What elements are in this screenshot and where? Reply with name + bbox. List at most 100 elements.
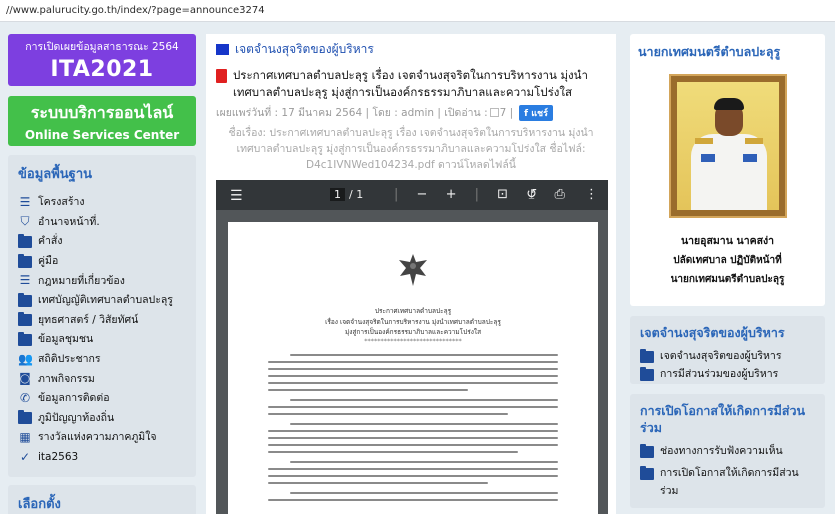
document-meta: เผยแพร่วันที่ : 17 มีนาคม 2564 | โดย : a… — [216, 104, 616, 121]
epaulette-left — [694, 138, 713, 144]
garuda-emblem-icon — [399, 254, 427, 286]
sidebar-item-label: ยุทธศาสตร์ / วิสัยทัศน์ — [38, 313, 139, 326]
mayor-panel: นายกเทศมนตรีตำบลปะลุรู นายอุสมาน นาคสง่า… — [630, 34, 825, 306]
section-heading: เจตจำนงสุจริตของผู้บริหาร — [216, 40, 616, 59]
share-label: แชร์ — [531, 108, 548, 119]
epaulette-right — [744, 138, 763, 144]
mayor-photo — [668, 74, 787, 218]
fit-page-icon[interactable]: ⊡ — [497, 187, 508, 202]
url-text: //www.palurucity.go.th/index/?page=annou… — [6, 5, 265, 16]
sidebar-item-label: คำสั่ง — [38, 235, 63, 248]
sidebar-item-label: กฎหมายที่เกี่ยวข้อง — [38, 274, 125, 287]
folder-icon — [18, 312, 32, 327]
folder-icon — [18, 253, 32, 268]
sidebar-item[interactable]: คำสั่ง — [18, 231, 188, 251]
integrity-link-1[interactable]: เจตจำนงสุจริตของผู้บริหาร — [640, 347, 815, 365]
paper-subject: เรื่อง เจตจำนงสุจริตในการบริหารงาน มุ่งน… — [325, 318, 501, 326]
sidebar-item-label: ภูมิปัญญาท้องถิ่น — [38, 411, 115, 424]
sidebar-item-label: สถิติประชากร — [38, 353, 101, 366]
paper-text-line — [268, 406, 558, 408]
shield-icon: ⛉ — [20, 214, 30, 229]
download-icon[interactable]: ⤓ — [529, 187, 535, 202]
paper-subject2: มุ่งสู่การเป็นองค์กรธรรมาภิบาลและความโปร… — [344, 328, 482, 336]
online-services-banner[interactable]: ระบบบริการออนไลน์ Online Services Center — [8, 96, 196, 146]
views-icon — [489, 108, 499, 117]
participation-link-2[interactable]: การเปิดโอกาสให้เกิดการมีส่วนร่วม — [640, 464, 815, 500]
phone-icon: ✆ — [19, 390, 31, 405]
participation-link-label: ช่องทางการรับฟังความเห็น — [660, 445, 783, 457]
online-services-line2: Online Services Center — [24, 128, 180, 142]
section-title: เจตจำนงสุจริตของผู้บริหาร — [235, 42, 374, 56]
paper-text-line — [268, 468, 558, 470]
sidebar-item-label: อำนาจหน้าที่. — [38, 215, 100, 228]
left-sidebar: การเปิดเผยข้อมูลสาธารณะ 2564 ITA2021 ระบ… — [8, 34, 198, 514]
sidebar-item[interactable]: คู่มือ — [18, 251, 188, 271]
main-content: เจตจำนงสุจริตของผู้บริหาร ประกาศเทศบาลตำ… — [206, 34, 616, 514]
paper-text-line — [290, 492, 558, 494]
sidebar-item[interactable]: ยุทธศาสตร์ / วิสัยทัศน์ — [18, 310, 188, 330]
print-icon[interactable]: ⎙ — [554, 187, 564, 202]
paper-divider: ****************************** — [364, 337, 462, 345]
sidebar-item[interactable]: ⛉ อำนาจหน้าที่. — [18, 212, 188, 232]
zoom-in-icon[interactable]: + — [446, 187, 457, 202]
integrity-panel: เจตจำนงสุจริตของผู้บริหาร เจตจำนงสุจริตข… — [630, 316, 825, 384]
sidebar-item-label: ita2563 — [38, 450, 79, 463]
meta-count: 7 | — [499, 106, 514, 119]
sidebar-item[interactable]: ภูมิปัญญาท้องถิ่น — [18, 408, 188, 428]
uniform — [690, 134, 767, 210]
basic-info-list: ☰ โครงสร้าง ⛉ อำนาจหน้าที่. คำสั่งคู่มือ ☰ กฎห… — [18, 192, 188, 466]
sidebar-item[interactable]: 👥 สถิติประชากร — [18, 349, 188, 369]
sidebar-item-label: รางวัลแห่งความภาคภูมิใจ — [38, 431, 157, 444]
paper-text-line — [268, 499, 558, 501]
menu-icon[interactable]: ☰ — [230, 188, 243, 204]
address-bar[interactable]: //www.palurucity.go.th/index/?page=annou… — [0, 0, 835, 22]
sidebar-item[interactable]: ✆ ข้อมูลการติดต่อ — [18, 388, 188, 408]
sidebar-item[interactable]: ◙ ภาพกิจกรรม — [18, 368, 188, 388]
sidebar-item[interactable]: ✓ ita2563 — [18, 447, 188, 467]
sidebar-item[interactable]: ▦ รางวัลแห่งความภาคภูมิใจ — [18, 427, 188, 447]
mayor-role: ปลัดเทศบาล ปฏิบัติหน้าที่ — [673, 255, 782, 266]
participation-title: การเปิดโอกาสให้เกิดการมีส่วนร่วม — [640, 403, 806, 435]
paper-text-line — [268, 389, 468, 391]
participation-link-1[interactable]: ช่องทางการรับฟังความเห็น — [640, 442, 815, 460]
election-title[interactable]: เลือกตั้ง — [18, 493, 186, 514]
pdf-icon — [216, 69, 227, 83]
sidebar-item[interactable]: ☰ กฎหมายที่เกี่ยวข้อง — [18, 270, 188, 290]
camera-icon: ◙ — [19, 371, 31, 386]
sidebar-item-label: ข้อมูลชุมชน — [38, 333, 94, 346]
participation-link-label: การเปิดโอกาสให้เกิดการมีส่วนร่วม — [660, 467, 799, 497]
paper-text-line — [290, 423, 558, 425]
integrity-title: เจตจำนงสุจริตของผู้บริหาร — [640, 325, 785, 340]
paper-text-line — [268, 413, 508, 415]
right-sidebar: นายกเทศมนตรีตำบลปะลุรู นายอุสมาน นาคสง่า… — [630, 34, 825, 508]
basic-info-panel: ข้อมูลพื้นฐาน ☰ โครงสร้าง ⛉ อำนาจหน้าที่. คำ… — [8, 155, 196, 477]
sidebar-item[interactable]: ☰ โครงสร้าง — [18, 192, 188, 212]
more-options-icon[interactable]: ⋮ — [585, 187, 598, 202]
page-number-input[interactable]: 1 — [330, 188, 345, 201]
integrity-link-2[interactable]: การมีส่วนร่วมของผู้บริหาร — [640, 365, 815, 383]
document-title-row: ประกาศเทศบาลตำบลปะลุรู เรื่อง เจตจำนงสุจ… — [216, 67, 606, 101]
ita-banner-line1: การเปิดเผยข้อมูลสาธารณะ 2564 — [25, 41, 179, 53]
online-services-line1: ระบบบริการออนไลน์ — [30, 103, 174, 122]
pdf-viewer[interactable]: ☰ 1/ 1 | − + | ⊡ ↺ ⤓ ⎙ ⋮ ประกาศเทศบาลตำบ… — [216, 180, 608, 514]
folder-icon — [18, 331, 32, 346]
image-icon: ▦ — [19, 429, 31, 444]
meta-prefix: เผยแพร่วันที่ : 17 มีนาคม 2564 | โดย : a… — [216, 107, 488, 119]
integrity-link-label: การมีส่วนร่วมของผู้บริหาร — [660, 368, 779, 380]
sidebar-item[interactable]: ข้อมูลชุมชน — [18, 329, 188, 349]
paper-text-line — [290, 354, 558, 356]
paper-text-line — [268, 475, 558, 477]
ita-banner[interactable]: การเปิดเผยข้อมูลสาธารณะ 2564 ITA2021 — [8, 34, 196, 86]
folder-icon — [640, 349, 654, 363]
document-description: ชื่อเรื่อง: ประกาศเทศบาลตำบลปะลุรู เรื่อ… — [228, 127, 594, 171]
zoom-out-icon[interactable]: − — [417, 187, 428, 202]
page-total: / 1 — [349, 188, 364, 201]
users-icon: 👥 — [18, 351, 33, 366]
medal-bar — [742, 154, 757, 162]
pdf-toolbar: ☰ 1/ 1 | − + | ⊡ ↺ ⤓ ⎙ ⋮ — [216, 180, 608, 210]
sidebar-item[interactable]: เทศบัญญัติเทศบาลตำบลปะลุรู — [18, 290, 188, 310]
sidebar-item-label: โครงสร้าง — [38, 196, 85, 209]
folder-icon — [640, 444, 654, 458]
paper-header: ประกาศเทศบาลตำบลปะลุรู — [374, 307, 452, 315]
share-button[interactable]: f แชร์ — [519, 104, 553, 121]
